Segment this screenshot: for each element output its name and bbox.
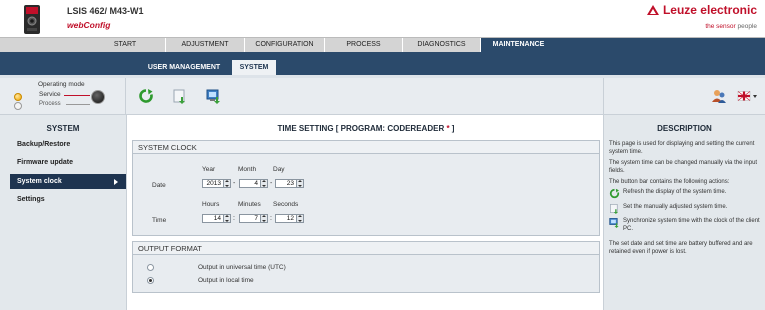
sidebar-item-system-clock[interactable]: System clock (10, 174, 126, 189)
main-nav: START ADJUSTMENT CONFIGURATION PROCESS D… (0, 37, 765, 52)
stepper-arrows-icon[interactable] (296, 180, 303, 187)
output-format-panel: OUTPUT FORMAT Output in universal time (… (132, 241, 600, 293)
refresh-icon (609, 188, 620, 199)
system-clock-panel: SYSTEM CLOCK Year Month Day Date 2013 - … (132, 140, 600, 236)
hours-label: Hours (202, 201, 220, 208)
output-format-panel-title: OUTPUT FORMAT (133, 242, 599, 255)
stepper-arrows-icon[interactable] (260, 180, 267, 187)
page-title: TIME SETTING [ PROGRAM: CODEREADER * ] (277, 124, 455, 133)
description-text: This page is used for displaying and set… (609, 141, 755, 155)
sidebar-item-backup-restore[interactable]: Backup/Restore (10, 137, 126, 152)
local-time-radio[interactable] (147, 277, 154, 284)
stepper-arrows-icon[interactable] (260, 215, 267, 222)
process-indicator-line (66, 104, 90, 105)
date-separator: - (270, 180, 273, 187)
time-label: Time (152, 217, 167, 224)
date-label: Date (152, 182, 166, 189)
description-action-refresh: Refresh the display of the system time. (623, 189, 727, 195)
language-flag-icon (737, 91, 751, 101)
service-indicator-line (64, 95, 90, 96)
device-icon (24, 5, 40, 34)
stepper-arrows-icon[interactable] (223, 215, 230, 222)
language-select[interactable] (734, 87, 760, 105)
utc-radio[interactable] (147, 264, 154, 271)
minutes-label: Minutes (238, 201, 261, 208)
tab-process[interactable]: PROCESS (324, 38, 402, 52)
seconds-label: Seconds (273, 201, 299, 208)
main-content: TIME SETTING [ PROGRAM: CODEREADER * ] S… (126, 115, 604, 310)
description-text: The set date and set time are battery bu… (609, 241, 753, 255)
seconds-stepper[interactable]: 12 (275, 214, 304, 223)
tab-adjustment[interactable]: ADJUSTMENT (165, 38, 244, 52)
sub-nav: USER MANAGEMENT SYSTEM (0, 52, 765, 75)
set-time-icon (173, 89, 185, 104)
user-button[interactable] (710, 87, 728, 105)
year-stepper[interactable]: 2013 (202, 179, 231, 188)
brand-logo: Leuze electronic (646, 3, 757, 17)
tab-configuration[interactable]: CONFIGURATION (244, 38, 324, 52)
day-stepper[interactable]: 23 (275, 179, 304, 188)
month-label: Month (238, 166, 257, 173)
app-name: webConfig (67, 20, 111, 30)
chevron-right-icon (114, 179, 118, 185)
sync-time-icon (609, 218, 619, 228)
tab-maintenance[interactable]: MAINTENANCE (480, 38, 556, 52)
sidebar: SYSTEM Backup/Restore Firmware update Sy… (0, 115, 126, 310)
stepper-arrows-icon[interactable] (223, 180, 230, 187)
refresh-button[interactable] (137, 87, 155, 105)
minutes-stepper[interactable]: 7 (239, 214, 268, 223)
sync-time-icon (206, 89, 220, 104)
system-clock-panel-title: SYSTEM CLOCK (133, 141, 599, 154)
tab-diagnostics[interactable]: DIAGNOSTICS (402, 38, 480, 52)
description-text: The button bar contains the following ac… (609, 179, 730, 185)
description-action-sync: Synchronize system time with the clock o… (623, 218, 760, 232)
brand-tagline: the sensor people (705, 23, 757, 30)
operating-mode-process-label: Process (39, 101, 61, 107)
app-header: LSIS 462/ M43-W1 webConfig Leuze electro… (0, 0, 765, 37)
operating-mode-switch[interactable] (91, 90, 105, 104)
user-icon (712, 90, 726, 103)
sidebar-title: SYSTEM (46, 124, 80, 133)
main-nav-fill (555, 38, 765, 52)
toolbar-divider-right (603, 78, 604, 114)
subtab-user-management[interactable]: USER MANAGEMENT (140, 60, 228, 75)
date-separator: - (233, 180, 236, 187)
sidebar-item-firmware-update[interactable]: Firmware update (10, 155, 126, 170)
toolbar: Operating mode Service Process (0, 78, 765, 115)
local-time-option-label[interactable]: Output in local time (198, 277, 254, 284)
refresh-icon (139, 89, 153, 103)
service-led-icon (14, 93, 22, 101)
sidebar-item-settings[interactable]: Settings (10, 192, 126, 207)
sidebar-item-label: System clock (17, 178, 62, 185)
subtab-system[interactable]: SYSTEM (232, 60, 276, 75)
sync-time-button[interactable] (205, 87, 223, 105)
hours-stepper[interactable]: 14 (202, 214, 231, 223)
set-time-button[interactable] (171, 87, 189, 105)
description-action-set: Set the manually adjusted system time. (623, 204, 728, 210)
description-panel: DESCRIPTION This page is used for displa… (604, 115, 765, 310)
time-separator: : (233, 215, 235, 222)
month-stepper[interactable]: 4 (239, 179, 268, 188)
utc-option-label[interactable]: Output in universal time (UTC) (198, 264, 286, 271)
year-label: Year (202, 166, 216, 173)
process-led-icon (14, 102, 22, 110)
day-label: Day (273, 166, 285, 173)
stepper-arrows-icon[interactable] (296, 215, 303, 222)
operating-mode-title: Operating mode (38, 81, 85, 88)
description-title: DESCRIPTION (657, 124, 712, 133)
chevron-down-icon (753, 94, 757, 98)
set-time-icon (610, 204, 618, 214)
operating-mode-service-label: Service (39, 91, 61, 98)
toolbar-divider (125, 78, 126, 114)
device-name: LSIS 462/ M43-W1 (67, 6, 144, 16)
leuze-logo-icon (646, 5, 659, 15)
tab-start[interactable]: START (85, 38, 165, 52)
description-text: The system time can be changed manually … (609, 160, 758, 174)
time-separator: : (270, 215, 272, 222)
